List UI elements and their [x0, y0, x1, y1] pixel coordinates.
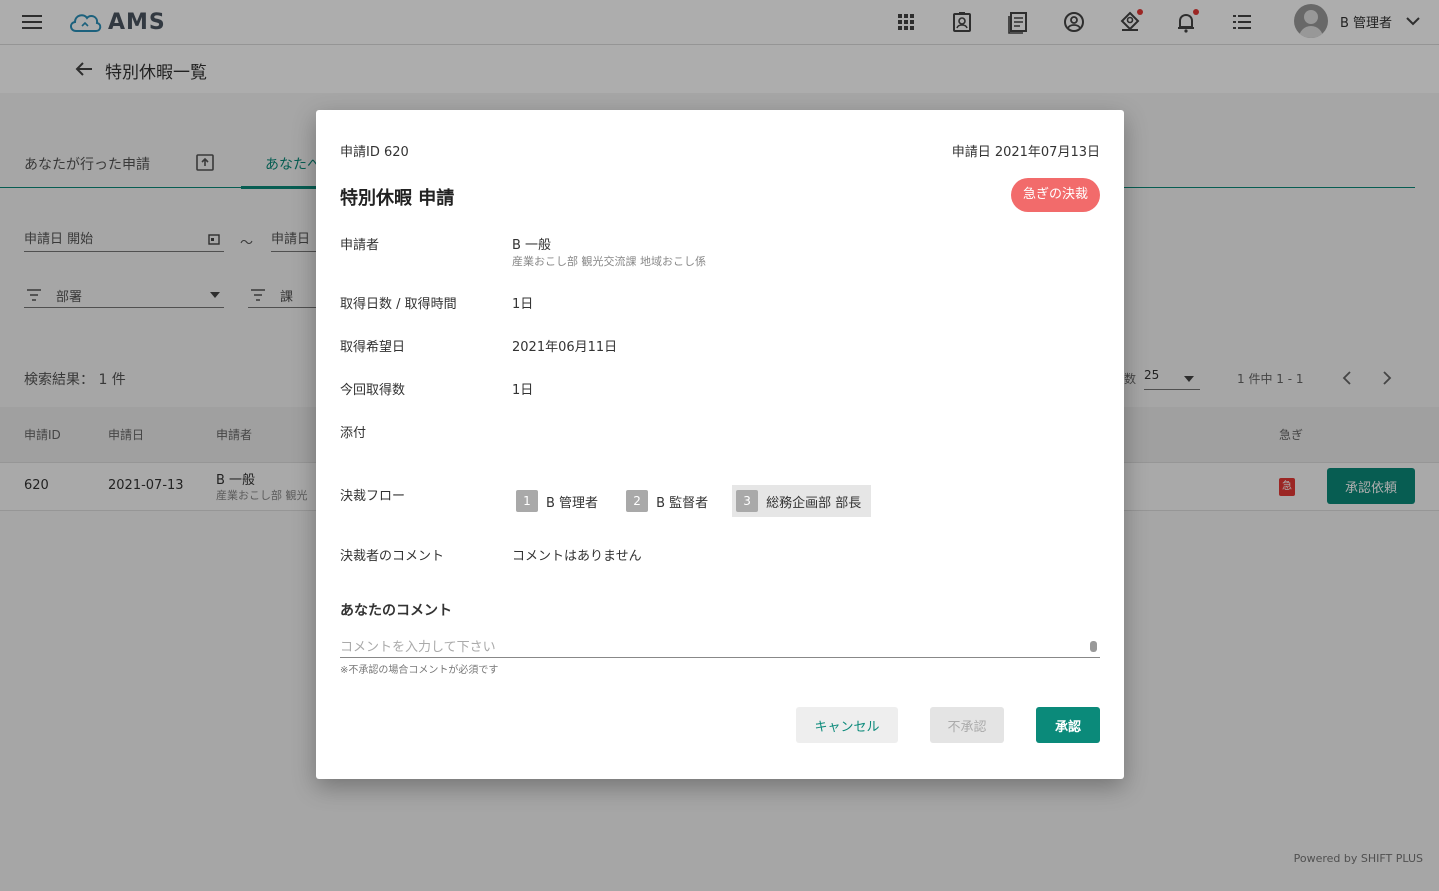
current-count-label: 今回取得数: [340, 383, 406, 398]
resize-handle[interactable]: [1090, 641, 1097, 652]
flow-step-number: 1: [516, 490, 538, 512]
flow-step-name: B 監督者: [656, 495, 709, 511]
desired-date-value: 2021年06月11日: [512, 340, 618, 355]
flow-step-name: 総務企画部 部長: [766, 495, 862, 511]
flow-step: 1 B 管理者: [512, 485, 608, 517]
applicant-dept: 産業おこし部 観光交流課 地域おこし係: [512, 255, 706, 268]
cancel-button[interactable]: キャンセル: [796, 707, 898, 743]
flow-step-name: B 管理者: [546, 495, 599, 511]
approve-button[interactable]: 承認: [1036, 707, 1100, 743]
approval-flow: 1 B 管理者 2 B 監督者 3 総務企画部 部長: [512, 485, 872, 517]
application-date: 申請日 2021年07月13日: [951, 145, 1100, 160]
your-comment-label: あなたのコメント: [340, 603, 452, 619]
urgent-badge: 急ぎの決裁: [1010, 178, 1100, 212]
application-id: 申請ID 620: [340, 145, 409, 160]
approver-comment-label: 決裁者のコメント: [340, 549, 445, 564]
desired-date-label: 取得希望日: [340, 340, 406, 355]
dialog-title: 特別休暇 申請: [340, 188, 455, 209]
flow-step: 2 B 監督者: [622, 485, 718, 517]
flow-step-number: 3: [736, 490, 759, 512]
application-detail-dialog: 申請ID 620 申請日 2021年07月13日 特別休暇 申請 急ぎの決裁 申…: [316, 110, 1124, 779]
flow-step-current: 3 総務企画部 部長: [732, 485, 872, 517]
days-value: 1日: [512, 297, 534, 312]
attachment-label: 添付: [340, 426, 367, 441]
approval-flow-label: 決裁フロー: [340, 489, 406, 504]
current-count-value: 1日: [512, 383, 534, 398]
approver-comment-value: コメントはありません: [512, 549, 642, 564]
reject-button[interactable]: 不承認: [930, 707, 1004, 743]
flow-step-number: 2: [626, 490, 649, 512]
comment-hint: ※不承認の場合コメントが必須です: [340, 665, 499, 676]
applicant-label: 申請者: [340, 238, 380, 253]
comment-input[interactable]: [340, 638, 1100, 658]
applicant-name: B 一般: [512, 238, 552, 253]
days-label: 取得日数 / 取得時間: [340, 297, 457, 312]
